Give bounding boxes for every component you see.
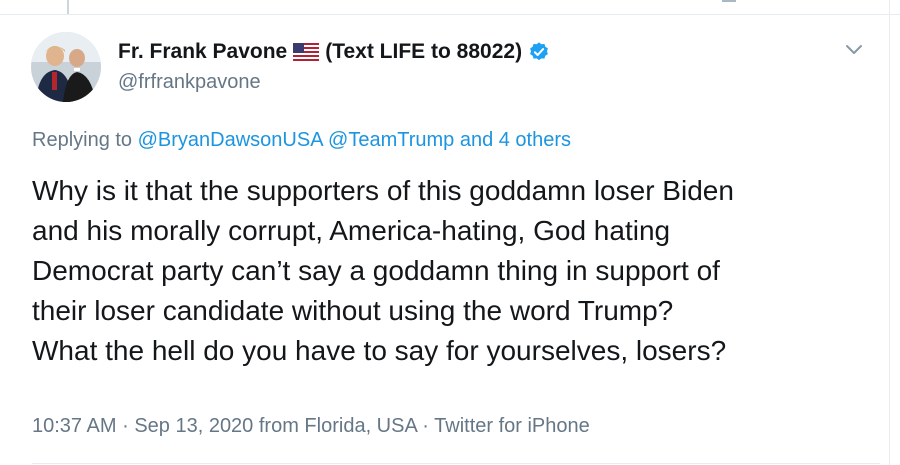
- meta-separator: ·: [122, 415, 129, 437]
- tweet-text: Why is it that the supporters of this go…: [32, 171, 882, 371]
- tweet-line: Why is it that the supporters of this go…: [32, 175, 734, 206]
- avatar[interactable]: [31, 32, 101, 102]
- author-bio-suffix[interactable]: (Text LIFE to 88022): [325, 40, 522, 64]
- tweet-source[interactable]: Twitter for iPhone: [434, 415, 590, 437]
- replying-to-prefix: Replying to: [32, 129, 133, 151]
- tweet-line: What the hell do you have to say for you…: [32, 335, 727, 366]
- us-flag-icon: [293, 43, 320, 61]
- tweet-line: Democrat party can’t say a goddamn thing…: [32, 255, 720, 286]
- meta-separator: ·: [422, 415, 429, 437]
- tweet-location: from Florida, USA: [258, 415, 417, 437]
- mention-link-teamtrump[interactable]: @TeamTrump: [328, 129, 454, 151]
- replying-to-line: Replying to @BryanDawsonUSA @TeamTrump a…: [32, 129, 571, 152]
- verified-badge-icon: [528, 41, 550, 63]
- thread-connector-line: [67, 0, 69, 14]
- others-link[interactable]: and 4 others: [460, 129, 571, 151]
- author-handle[interactable]: @frfrankpavone: [118, 71, 261, 94]
- tweet-line: and his morally corrupt, America-hating,…: [32, 215, 671, 246]
- mention-link-bryandawsonusa[interactable]: @BryanDawsonUSA: [138, 129, 323, 151]
- right-divider: [889, 0, 890, 465]
- tweet-meta: 10:37 AM · Sep 13, 2020 from Florida, US…: [32, 415, 590, 438]
- top-divider: [0, 14, 900, 15]
- tweet-line: their loser candidate without using the …: [32, 295, 674, 326]
- bottom-divider: [32, 463, 880, 464]
- chevron-down-icon[interactable]: [843, 38, 865, 60]
- author-name[interactable]: Fr. Frank Pavone: [118, 40, 287, 64]
- top-dash-mark: [722, 0, 736, 2]
- author-name-row[interactable]: Fr. Frank Pavone (Text LIFE to 88022): [118, 40, 550, 64]
- tweet-time[interactable]: 10:37 AM: [32, 415, 117, 437]
- tweet-date[interactable]: Sep 13, 2020: [134, 415, 253, 437]
